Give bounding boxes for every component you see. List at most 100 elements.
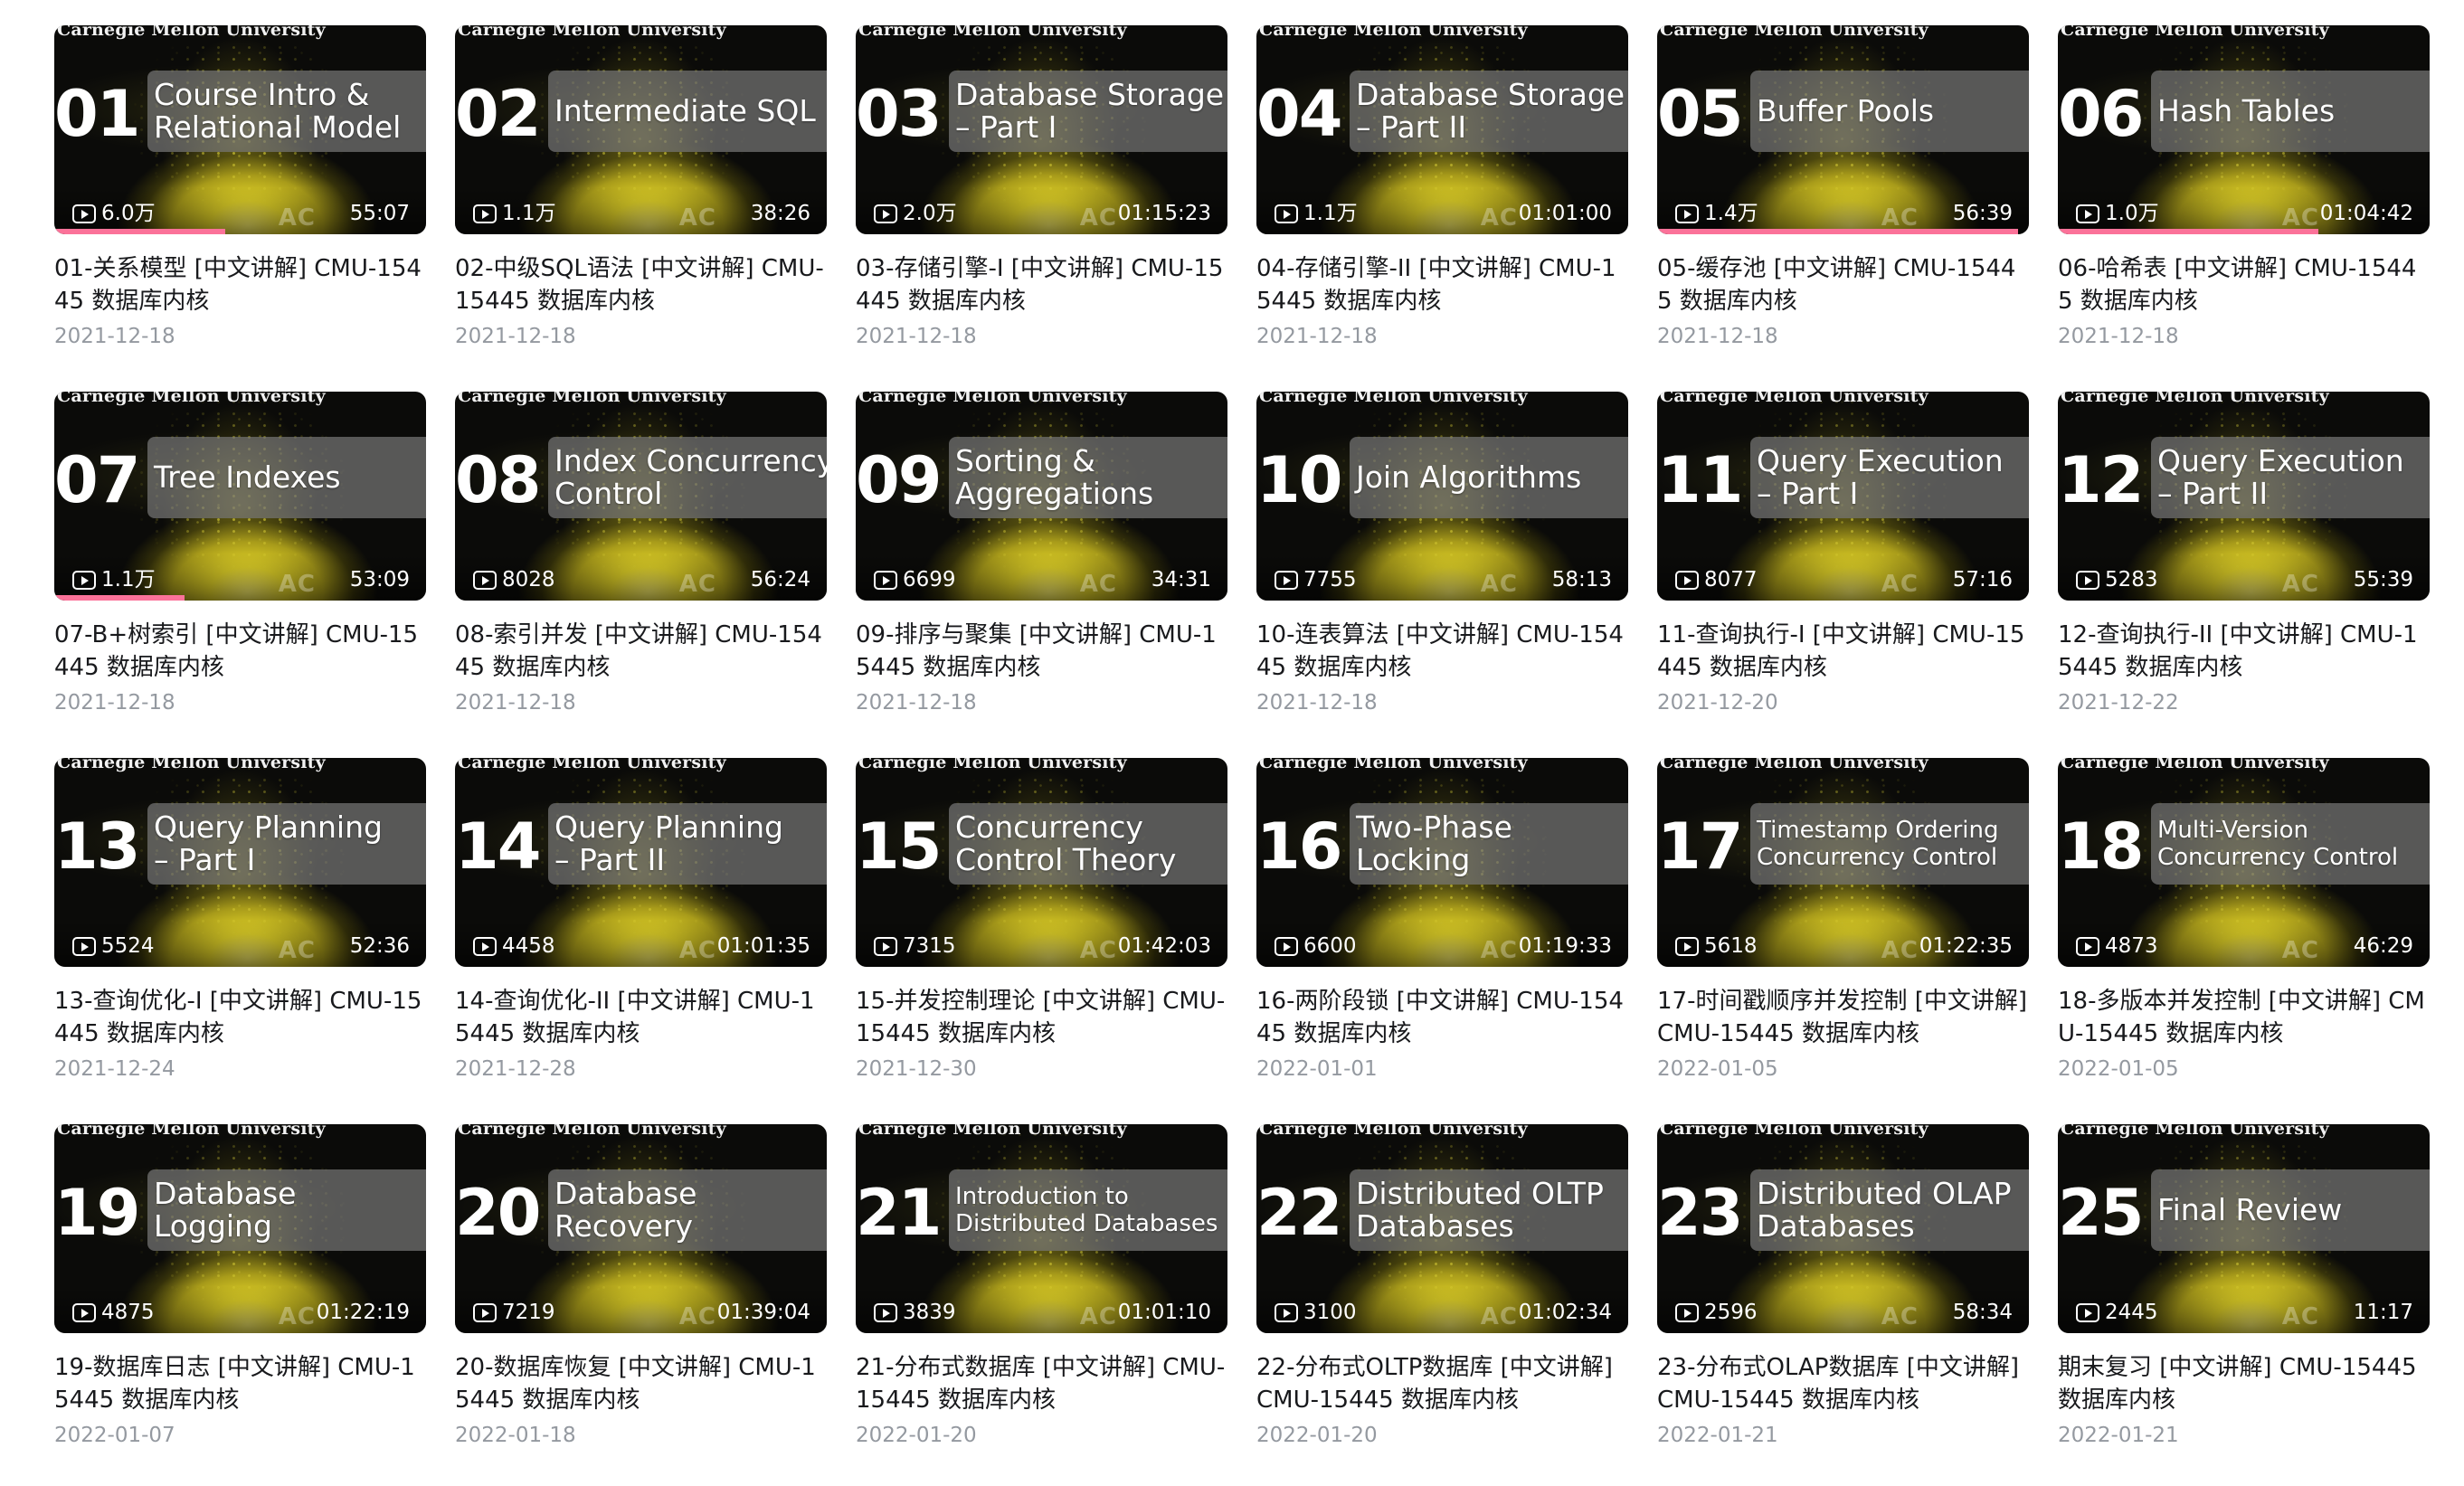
video-card[interactable]: Carnegie Mellon University Index Concurr… (455, 392, 827, 728)
thumbnail-university-header: Carnegie Mellon University (1259, 25, 1528, 40)
video-thumbnail[interactable]: Carnegie Mellon University Distributed O… (1256, 1124, 1628, 1333)
watermark-logo: AC (1079, 1303, 1117, 1330)
video-thumbnail[interactable]: Carnegie Mellon University Query Plannin… (455, 758, 827, 967)
video-card[interactable]: Carnegie Mellon University Query Executi… (1657, 392, 2029, 728)
watch-progress-bar (2058, 229, 2318, 234)
video-card[interactable]: Carnegie Mellon University Database Logg… (54, 1124, 426, 1461)
video-title[interactable]: 10-连表算法 [中文讲解] CMU-15445 数据库内核 (1256, 619, 1628, 684)
video-title[interactable]: 02-中级SQL语法 [中文讲解] CMU-15445 数据库内核 (455, 252, 827, 317)
video-title[interactable]: 13-查询优化-I [中文讲解] CMU-15445 数据库内核 (54, 985, 426, 1050)
video-title[interactable]: 20-数据库恢复 [中文讲解] CMU-15445 数据库内核 (455, 1351, 827, 1416)
video-thumbnail[interactable]: Carnegie Mellon University Database Logg… (54, 1124, 426, 1333)
video-title[interactable]: 19-数据库日志 [中文讲解] CMU-15445 数据库内核 (54, 1351, 426, 1416)
upload-date: 2022-01-20 (856, 1424, 977, 1447)
video-thumbnail[interactable]: Carnegie Mellon University Final Review … (2058, 1124, 2430, 1333)
video-thumbnail[interactable]: Carnegie Mellon University Course Intro … (54, 25, 426, 234)
video-title[interactable]: 05-缓存池 [中文讲解] CMU-15445 数据库内核 (1657, 252, 2029, 317)
upload-date: 2022-01-18 (455, 1424, 576, 1447)
video-card[interactable]: Carnegie Mellon University Database Stor… (856, 25, 1227, 362)
thumbnail-stats-bar: AC 6600 01:19:33 (1256, 920, 1628, 967)
video-thumbnail[interactable]: Carnegie Mellon University Index Concurr… (455, 392, 827, 601)
video-card[interactable]: Carnegie Mellon University Course Intro … (54, 25, 426, 362)
thumbnail-lecture-number: 02 (455, 77, 541, 151)
video-title[interactable]: 03-存储引擎-I [中文讲解] CMU-15445 数据库内核 (856, 252, 1227, 317)
watermark-logo: AC (1881, 937, 1919, 964)
video-thumbnail[interactable]: Carnegie Mellon University Query Executi… (1657, 392, 2029, 601)
video-thumbnail[interactable]: Carnegie Mellon University Database Stor… (1256, 25, 1628, 234)
video-duration: 01:42:03 (1117, 934, 1211, 958)
video-title[interactable]: 07-B+树索引 [中文讲解] CMU-15445 数据库内核 (54, 619, 426, 684)
video-thumbnail[interactable]: Carnegie Mellon University Query Executi… (2058, 392, 2430, 601)
video-card[interactable]: Carnegie Mellon University Distributed O… (1657, 1124, 2029, 1461)
video-card[interactable]: Carnegie Mellon University Join Algorith… (1256, 392, 1628, 728)
video-card[interactable]: Carnegie Mellon University Final Review … (2058, 1124, 2430, 1461)
thumbnail-lecture-number: 05 (1657, 77, 1743, 151)
video-title[interactable]: 12-查询执行-II [中文讲解] CMU-15445 数据库内核 (2058, 619, 2430, 684)
video-title[interactable]: 期末复习 [中文讲解] CMU-15445 数据库内核 (2058, 1351, 2430, 1416)
video-title[interactable]: 18-多版本并发控制 [中文讲解] CMU-15445 数据库内核 (2058, 985, 2430, 1050)
video-card[interactable]: Carnegie Mellon University Timestamp Ord… (1657, 758, 2029, 1094)
play-count-icon (1275, 204, 1298, 223)
video-thumbnail[interactable]: Carnegie Mellon University Join Algorith… (1256, 392, 1628, 601)
video-thumbnail[interactable]: Carnegie Mellon University Query Plannin… (54, 758, 426, 967)
video-thumbnail[interactable]: Carnegie Mellon University Introduction … (856, 1124, 1227, 1333)
video-title[interactable]: 23-分布式OLAP数据库 [中文讲解] CMU-15445 数据库内核 (1657, 1351, 2029, 1416)
watch-progress-bar (54, 595, 185, 601)
view-count: 2596 (1704, 1301, 1758, 1324)
video-thumbnail[interactable]: Carnegie Mellon University Distributed O… (1657, 1124, 2029, 1333)
video-card[interactable]: Carnegie Mellon University Sorting & Agg… (856, 392, 1227, 728)
thumbnail-stats-bar: AC 6699 34:31 (856, 554, 1227, 601)
video-card[interactable]: Carnegie Mellon University Query Plannin… (455, 758, 827, 1094)
thumbnail-title-box: Introduction to Distributed Databases (949, 1169, 1227, 1251)
video-title[interactable]: 08-索引并发 [中文讲解] CMU-15445 数据库内核 (455, 619, 827, 684)
video-card[interactable]: Carnegie Mellon University Concurrency C… (856, 758, 1227, 1094)
play-count-icon (72, 571, 96, 590)
video-thumbnail[interactable]: Carnegie Mellon University Concurrency C… (856, 758, 1227, 967)
thumbnail-lecture-number: 23 (1657, 1176, 1743, 1250)
watermark-logo: AC (678, 937, 716, 964)
video-title[interactable]: 09-排序与聚集 [中文讲解] CMU-15445 数据库内核 (856, 619, 1227, 684)
video-title[interactable]: 06-哈希表 [中文讲解] CMU-15445 数据库内核 (2058, 252, 2430, 317)
upload-date: 2021-12-18 (1256, 691, 1378, 715)
video-card[interactable]: Carnegie Mellon University Database Reco… (455, 1124, 827, 1461)
video-title[interactable]: 01-关系模型 [中文讲解] CMU-15445 数据库内核 (54, 252, 426, 317)
video-thumbnail[interactable]: Carnegie Mellon University Two-Phase Loc… (1256, 758, 1628, 967)
video-card[interactable]: Carnegie Mellon University Intermediate … (455, 25, 827, 362)
thumbnail-title-box: Database Logging (147, 1169, 426, 1251)
video-title[interactable]: 14-查询优化-II [中文讲解] CMU-15445 数据库内核 (455, 985, 827, 1050)
thumbnail-lecture-number: 11 (1657, 443, 1743, 517)
thumbnail-lecture-title: Database Recovery (554, 1176, 697, 1244)
video-thumbnail[interactable]: Carnegie Mellon University Buffer Pools … (1657, 25, 2029, 234)
video-card[interactable]: Carnegie Mellon University Two-Phase Loc… (1256, 758, 1628, 1094)
video-thumbnail[interactable]: Carnegie Mellon University Timestamp Ord… (1657, 758, 2029, 967)
video-thumbnail[interactable]: Carnegie Mellon University Multi-Version… (2058, 758, 2430, 967)
video-card[interactable]: Carnegie Mellon University Multi-Version… (2058, 758, 2430, 1094)
video-title[interactable]: 17-时间戳顺序并发控制 [中文讲解] CMU-15445 数据库内核 (1657, 985, 2029, 1050)
video-card[interactable]: Carnegie Mellon University Tree Indexes … (54, 392, 426, 728)
video-card[interactable]: Carnegie Mellon University Database Stor… (1256, 25, 1628, 362)
video-title[interactable]: 21-分布式数据库 [中文讲解] CMU-15445 数据库内核 (856, 1351, 1227, 1416)
video-thumbnail[interactable]: Carnegie Mellon University Database Reco… (455, 1124, 827, 1333)
view-count: 5524 (101, 934, 155, 958)
thumbnail-lecture-number: 20 (455, 1176, 541, 1250)
thumbnail-lecture-title: Query Execution – Part II (2157, 443, 2404, 511)
video-card[interactable]: Carnegie Mellon University Distributed O… (1256, 1124, 1628, 1461)
play-count-icon (473, 937, 497, 956)
video-title[interactable]: 15-并发控制理论 [中文讲解] CMU-15445 数据库内核 (856, 985, 1227, 1050)
video-card[interactable]: Carnegie Mellon University Buffer Pools … (1657, 25, 2029, 362)
thumbnail-stats-bar: AC 4875 01:22:19 (54, 1286, 426, 1333)
video-thumbnail[interactable]: Carnegie Mellon University Intermediate … (455, 25, 827, 234)
video-title[interactable]: 04-存储引擎-II [中文讲解] CMU-15445 数据库内核 (1256, 252, 1628, 317)
thumbnail-title-box: Two-Phase Locking (1350, 803, 1628, 885)
video-thumbnail[interactable]: Carnegie Mellon University Hash Tables 0… (2058, 25, 2430, 234)
video-card[interactable]: Carnegie Mellon University Introduction … (856, 1124, 1227, 1461)
video-thumbnail[interactable]: Carnegie Mellon University Database Stor… (856, 25, 1227, 234)
video-card[interactable]: Carnegie Mellon University Query Executi… (2058, 392, 2430, 728)
video-thumbnail[interactable]: Carnegie Mellon University Tree Indexes … (54, 392, 426, 601)
video-card[interactable]: Carnegie Mellon University Query Plannin… (54, 758, 426, 1094)
video-title[interactable]: 16-两阶段锁 [中文讲解] CMU-15445 数据库内核 (1256, 985, 1628, 1050)
video-card[interactable]: Carnegie Mellon University Hash Tables 0… (2058, 25, 2430, 362)
video-thumbnail[interactable]: Carnegie Mellon University Sorting & Agg… (856, 392, 1227, 601)
video-title[interactable]: 11-查询执行-I [中文讲解] CMU-15445 数据库内核 (1657, 619, 2029, 684)
video-title[interactable]: 22-分布式OLTP数据库 [中文讲解] CMU-15445 数据库内核 (1256, 1351, 1628, 1416)
